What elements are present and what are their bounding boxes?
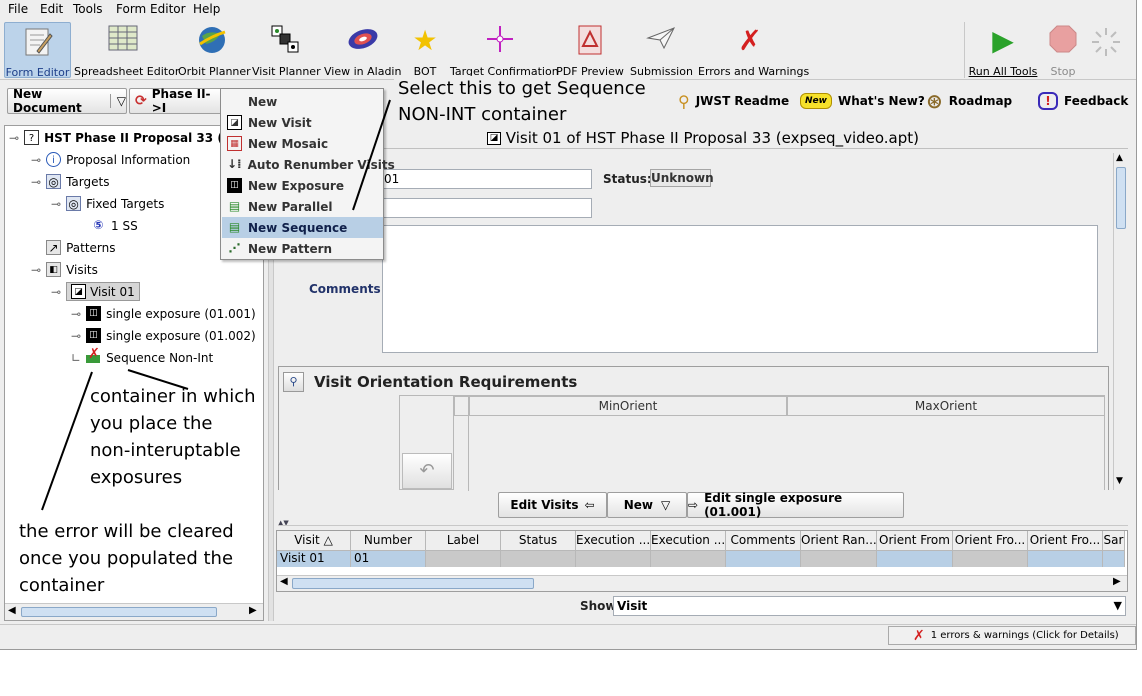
table-cell[interactable] [576, 551, 651, 567]
table-column-header[interactable]: Execution ... [651, 531, 726, 551]
table-column-header[interactable]: Sar [1103, 531, 1125, 551]
table-cell[interactable] [426, 551, 501, 567]
table-cell[interactable] [651, 551, 726, 567]
table-cell[interactable] [801, 551, 877, 567]
table-column-header[interactable]: Orient Fro... [1028, 531, 1103, 551]
table-cell[interactable]: 01 [351, 551, 426, 567]
table-column-header[interactable]: Visit △ [277, 531, 351, 551]
table-cell[interactable] [726, 551, 801, 567]
table-cell[interactable] [877, 551, 953, 567]
table-cell[interactable] [1028, 551, 1103, 567]
pointer-line-container [127, 369, 189, 390]
table-column-header[interactable]: Orient Fro... [953, 531, 1028, 551]
table-column-header[interactable]: Label [426, 531, 501, 551]
table-cell[interactable] [1103, 551, 1125, 567]
table-column-header[interactable]: Orient Ran... [801, 531, 877, 551]
table-column-header[interactable]: Orient From [877, 531, 953, 551]
table-column-header[interactable]: Comments [726, 531, 801, 551]
apt-window: File Edit Tools Form Editor Help Form Ed… [0, 0, 1137, 650]
table-column-header[interactable]: Status [501, 531, 576, 551]
pointer-line-sequence [352, 99, 391, 211]
pointer-line-error [41, 371, 93, 511]
table-column-header[interactable]: Execution ... [576, 531, 651, 551]
table-column-header[interactable]: Number [351, 531, 426, 551]
table-cell[interactable]: Visit 01 [277, 551, 351, 567]
table-cell[interactable] [501, 551, 576, 567]
table-cell[interactable] [953, 551, 1028, 567]
